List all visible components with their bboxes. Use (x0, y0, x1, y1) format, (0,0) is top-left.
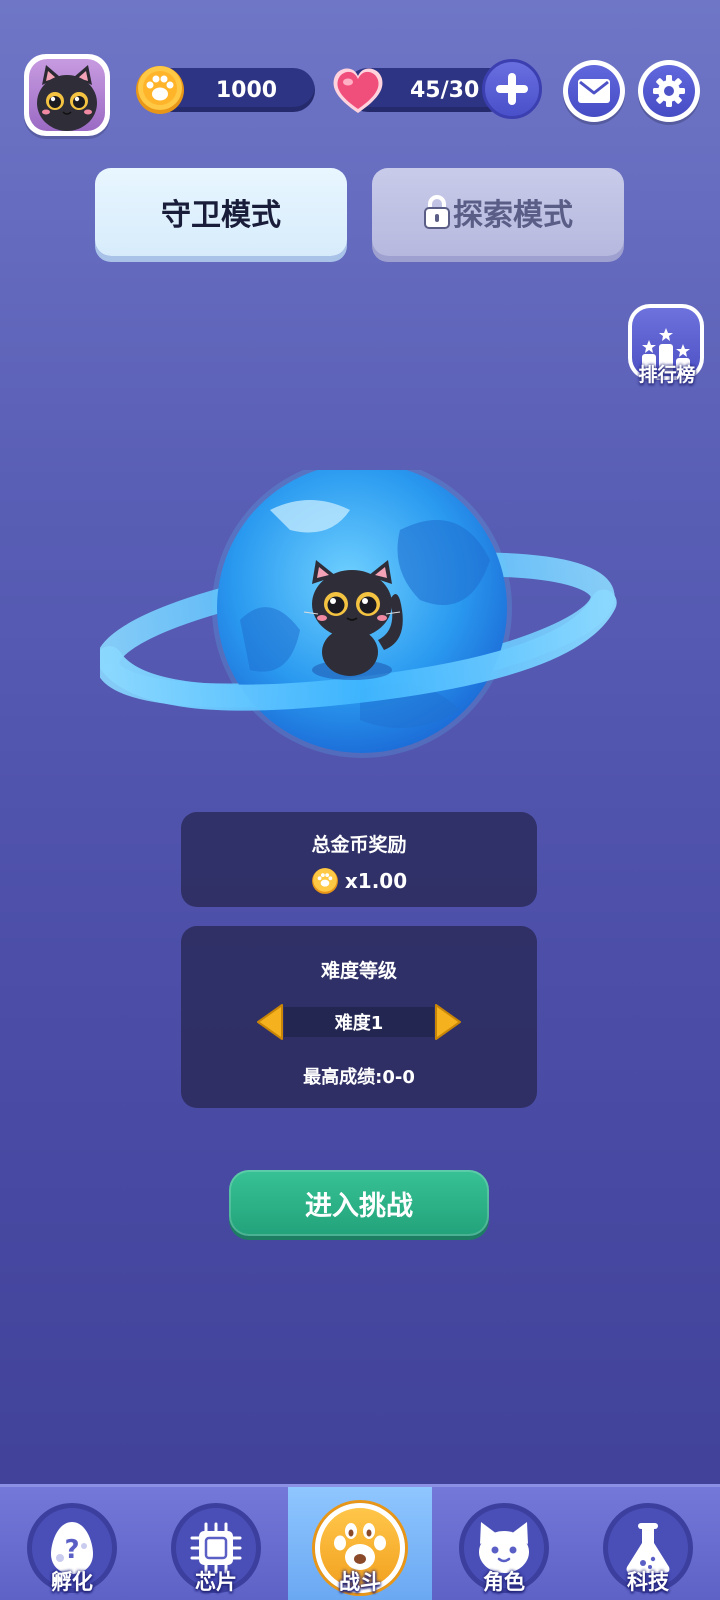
lock-icon (424, 195, 450, 229)
heart-icon (333, 68, 383, 113)
black-cat-icon (37, 65, 97, 131)
enter-challenge-button[interactable]: 进入挑战 (229, 1170, 489, 1236)
difficulty-next-button[interactable] (434, 1003, 462, 1041)
difficulty-panel: 难度等级 难度1 最高成绩:0-0 (181, 926, 537, 1108)
paw-coin-icon (311, 868, 338, 894)
plus-icon (496, 73, 528, 105)
nav-item-character[interactable]: 角色 (432, 1487, 576, 1600)
nav-label-battle: 战斗 (339, 1570, 381, 1594)
coin-reward-multiplier: x1.00 (344, 869, 408, 893)
nav-item-hatch[interactable]: ? 孵化 (0, 1487, 144, 1600)
svg-text:?: ? (64, 1535, 79, 1565)
arrow-left-icon (257, 1004, 283, 1040)
bottom-nav: ? 孵化 芯片 战斗 角色 科技 (0, 1484, 720, 1600)
coin-amount: 1000 (215, 77, 278, 103)
leaderboard-label: 排行榜 (638, 364, 696, 386)
mail-icon (578, 79, 610, 103)
enter-challenge-label: 进入挑战 (305, 1190, 413, 1222)
settings-button[interactable] (638, 60, 700, 122)
difficulty-title: 难度等级 (320, 960, 397, 982)
mail-button[interactable] (563, 60, 625, 122)
avatar[interactable] (24, 54, 110, 136)
planet-with-cat-illustration (100, 470, 617, 758)
coin-reward-title: 总金币奖励 (311, 834, 407, 856)
difficulty-value: 难度1 (284, 1007, 434, 1037)
heart-amount: 45/30 (410, 77, 480, 103)
nav-label-hatch: 孵化 (51, 1570, 93, 1594)
difficulty-selector: 难度1 (256, 1003, 462, 1041)
tab-explore-mode-label: 探索模式 (453, 198, 573, 233)
nav-label-tech: 科技 (627, 1570, 669, 1594)
nav-item-battle[interactable]: 战斗 (288, 1487, 432, 1600)
nav-label-character: 角色 (483, 1570, 525, 1594)
tab-explore-mode[interactable]: 探索模式 (372, 168, 624, 256)
paw-coin-icon (136, 66, 184, 114)
coin-reward-multiplier-row: x1.00 (311, 867, 407, 895)
arrow-right-icon (435, 1004, 461, 1040)
tab-guard-mode-label: 守卫模式 (161, 198, 281, 233)
nav-item-tech[interactable]: 科技 (576, 1487, 720, 1600)
tab-guard-mode[interactable]: 守卫模式 (95, 168, 347, 256)
best-score: 最高成绩:0-0 (303, 1067, 415, 1088)
nav-label-chip: 芯片 (195, 1570, 237, 1594)
add-hearts-button[interactable] (482, 59, 542, 119)
coin-reward-panel: 总金币奖励 x1.00 (181, 812, 537, 907)
nav-item-chip[interactable]: 芯片 (144, 1487, 288, 1600)
difficulty-prev-button[interactable] (256, 1003, 284, 1041)
gear-icon (653, 75, 685, 107)
